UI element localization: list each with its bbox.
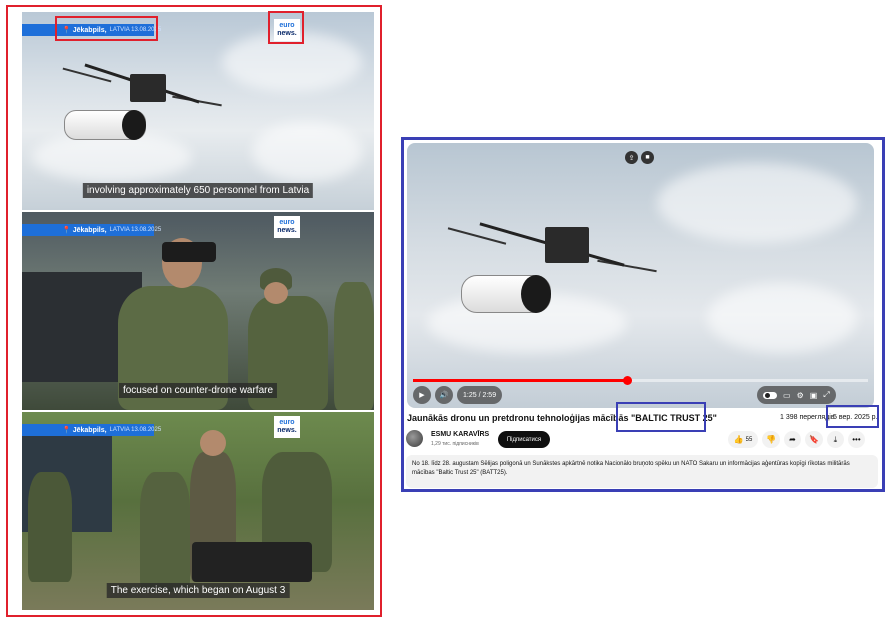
subscribe-button[interactable]: Підписатися — [498, 431, 550, 448]
location-date: LATVIA 13.08.2025 — [109, 427, 162, 433]
highlight-location-date — [55, 16, 158, 41]
location-pin-icon: 📍 — [62, 427, 71, 434]
location-name: Jēkabpils, — [72, 226, 107, 234]
save-button[interactable]: 🔖 — [804, 431, 823, 448]
subtitle-caption: involving approximately 650 personnel fr… — [82, 183, 314, 198]
subtitles-icon[interactable]: ▭ — [783, 391, 791, 400]
time-display: 1:25 / 2:59 — [457, 386, 503, 404]
highlight-title-tag — [616, 402, 706, 432]
fpv-goggles — [162, 242, 216, 262]
bookmark-icon: 🔖 — [808, 435, 819, 444]
equipment-bags — [192, 542, 312, 582]
camera-overlay-icon[interactable]: ■ — [641, 151, 654, 164]
autoplay-toggle[interactable] — [763, 391, 777, 399]
subscriber-count: 1,29 тис. підписників — [431, 441, 479, 447]
download-button[interactable]: ⤓ — [826, 431, 844, 448]
thumbs-down-icon: 👎 — [766, 435, 776, 444]
video-description[interactable]: No 18. līdz 28. augustam Sēlijas poligon… — [406, 455, 878, 488]
share-overlay-icon[interactable]: ⇪ — [625, 151, 638, 164]
soldier-head — [200, 430, 226, 456]
fullscreen-icon[interactable]: ⤢ — [823, 390, 829, 400]
like-button[interactable]: 👍 55 — [728, 431, 758, 448]
channel-name[interactable]: ESMU KARAVĪRS — [431, 431, 489, 438]
drone-image — [62, 62, 222, 152]
video-actions: 👍 55 👎 ➦ 🔖 ⤓ ••• — [728, 431, 865, 448]
video-player[interactable]: ⇪ ■ ▶ 🔊 1:25 / 2:59 ▭ ⚙ ▣ ⤢ — [407, 143, 874, 408]
location-banner: 📍 Jēkabpils, LATVIA 13.08.2025 — [22, 224, 161, 236]
subtitle-caption: The exercise, which began on August 3 — [106, 583, 290, 598]
like-count: 55 — [745, 436, 753, 443]
location-date: LATVIA 13.08.2025 — [109, 227, 162, 233]
share-arrow-icon: ➦ — [789, 435, 796, 444]
drone-image — [447, 213, 657, 323]
volume-icon: 🔊 — [439, 392, 449, 399]
progress-bar[interactable] — [413, 376, 868, 385]
download-icon: ⤓ — [833, 434, 838, 444]
subtitle-caption: focused on counter-drone warfare — [118, 383, 278, 398]
more-actions-button[interactable]: ••• — [847, 431, 865, 448]
thumbs-up-icon: 👍 — [733, 435, 744, 444]
location-name: Jēkabpils, — [72, 426, 107, 434]
video-frame-3: 📍 Jēkabpils, LATVIA 13.08.2025 euro news… — [22, 412, 374, 610]
soldier — [28, 472, 72, 582]
play-button[interactable]: ▶ — [413, 386, 431, 404]
progress-played — [413, 379, 627, 382]
settings-gear-icon[interactable]: ⚙ — [797, 391, 804, 400]
soldier — [334, 282, 374, 410]
location-banner: 📍 Jēkabpils, LATVIA 13.08.2025 — [22, 424, 161, 436]
progress-scrubber[interactable] — [622, 376, 632, 385]
miniplayer-icon[interactable]: ▣ — [810, 391, 818, 400]
share-button[interactable]: ➦ — [783, 431, 801, 448]
video-frame-1: 📍 Jēkabpils, LATVIA 13.08.2025 euro news… — [22, 12, 374, 210]
highlight-upload-date — [826, 405, 879, 428]
soldier-head — [264, 282, 288, 304]
volume-button[interactable]: 🔊 — [435, 386, 453, 404]
soldier — [140, 472, 190, 592]
channel-avatar[interactable] — [406, 430, 423, 447]
play-icon: ▶ — [419, 392, 425, 399]
location-pin-icon: 📍 — [62, 227, 71, 234]
player-settings-group: ▭ ⚙ ▣ ⤢ — [757, 386, 836, 404]
highlight-euronews-logo — [268, 11, 304, 44]
dislike-button[interactable]: 👎 — [762, 431, 780, 448]
euronews-logo: euro news. — [274, 416, 300, 438]
euronews-logo: euro news. — [274, 216, 300, 238]
video-frame-2: 📍 Jēkabpils, LATVIA 13.08.2025 euro news… — [22, 212, 374, 410]
